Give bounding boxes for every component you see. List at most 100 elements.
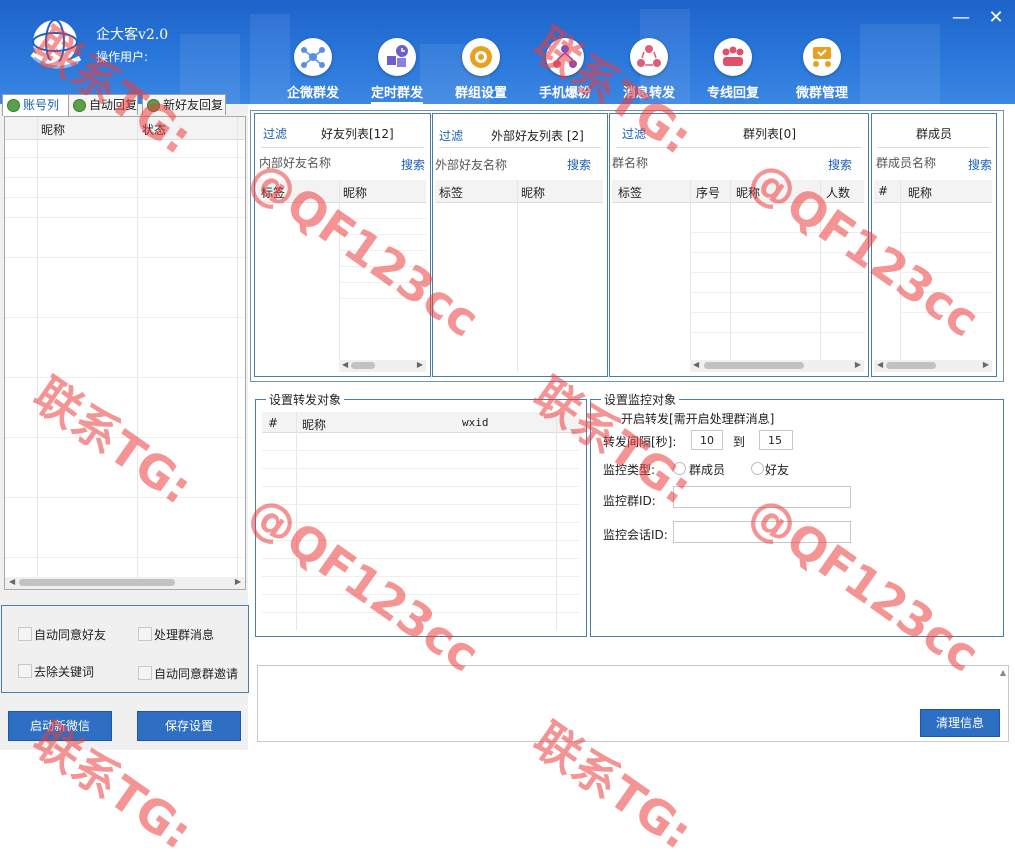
scroll-thumb[interactable] (886, 362, 936, 369)
auto-accept-friend-checkbox[interactable] (18, 627, 32, 641)
scroll-up-icon[interactable]: ▲ (1000, 668, 1006, 677)
friends-panel-title: 好友列表[12] (321, 127, 394, 141)
external-grid[interactable]: 标签 昵称 (435, 180, 603, 372)
horizontal-scrollbar[interactable]: ◀ ▶ (339, 360, 426, 372)
scroll-right-icon[interactable]: ▶ (417, 360, 423, 369)
toolbar-btn-group-manage[interactable]: 微群管理 (782, 38, 862, 102)
tab-new-friend-reply[interactable]: 新好友回复 (142, 94, 226, 115)
share-nodes-icon (294, 38, 332, 76)
scroll-left-icon[interactable]: ◀ (342, 360, 348, 369)
enable-forward-checkbox[interactable] (605, 411, 617, 423)
group-id-input[interactable] (673, 486, 851, 508)
friends-search-button[interactable]: 搜索 (401, 156, 425, 173)
column-header: # (878, 184, 889, 198)
horizontal-scrollbar[interactable]: ◀ ▶ (5, 577, 245, 589)
close-button[interactable]: ✕ (985, 8, 1007, 30)
grid-line (556, 412, 557, 630)
title-bar: 企大客v2.0 操作用户: — ✕ 企微群发 定时群发 群组设置 手机爆粉 消息… (0, 0, 1015, 104)
tab-account-list[interactable]: 账号列 (2, 94, 69, 116)
tab-auto-reply[interactable]: 自动回复 (68, 94, 138, 115)
grid-header: 标签 序号 昵称 人数 (612, 180, 864, 203)
grid-line (5, 437, 245, 438)
remove-keyword-checkbox[interactable] (18, 664, 32, 678)
scroll-thumb[interactable] (351, 362, 375, 369)
forward-target-group: 设置转发对象 # 昵称 wxid (255, 391, 587, 637)
groups-search-button[interactable]: 搜索 (828, 156, 852, 173)
scroll-left-icon[interactable]: ◀ (877, 360, 883, 369)
friends-panel: 过滤 好友列表[12] 内部好友名称 搜索 标签 昵称 ◀ ▶ (254, 113, 431, 377)
external-filter-link[interactable]: 过滤 (439, 127, 463, 144)
grid-line (900, 232, 992, 233)
tab-label: 账号列 (23, 98, 60, 112)
interval-to-input[interactable]: 15 (759, 430, 793, 450)
grid-line (690, 180, 691, 372)
friends-filter-link[interactable]: 过滤 (263, 125, 287, 142)
grid-header: 标签 昵称 (435, 180, 603, 203)
clear-log-button[interactable]: 清理信息 (920, 709, 1000, 737)
log-textarea[interactable]: ▲ (257, 665, 1009, 742)
scroll-right-icon[interactable]: ▶ (235, 577, 241, 586)
scroll-right-icon[interactable]: ▶ (855, 360, 861, 369)
grid-line (690, 332, 864, 333)
toolbar-btn-phone-boost[interactable]: 手机爆粉 (525, 38, 605, 102)
grid-line (900, 312, 992, 313)
scroll-left-icon[interactable]: ◀ (693, 360, 699, 369)
members-grid[interactable]: # 昵称 ◀ ▶ (874, 180, 992, 372)
grid-line (237, 117, 238, 589)
toolbar-label: 专线回复 (706, 86, 759, 101)
divider (439, 147, 601, 148)
grid-line (262, 504, 580, 505)
toolbar-label: 消息转发 (622, 86, 675, 101)
toolbar-btn-dedicated-reply[interactable]: 专线回复 (693, 38, 773, 102)
grid-line (262, 576, 580, 577)
grid-line (690, 312, 864, 313)
toolbar-btn-group-settings[interactable]: 群组设置 (441, 38, 521, 102)
grid-line (339, 234, 426, 235)
toolbar-btn-forward[interactable]: 消息转发 (609, 38, 689, 102)
minimize-button[interactable]: — (950, 8, 972, 30)
app-title: 企大客v2.0 (96, 27, 169, 43)
groups-filter-link[interactable]: 过滤 (622, 125, 646, 142)
start-new-wechat-button[interactable]: 启动新微信 (8, 711, 112, 741)
save-settings-button[interactable]: 保存设置 (137, 711, 241, 741)
auto-accept-group-invite-checkbox[interactable] (138, 666, 152, 680)
column-header: 昵称 (41, 123, 66, 137)
toolbar-btn-scheduled[interactable]: 定时群发 (357, 38, 437, 104)
account-grid[interactable]: 昵称 状态 ◀ ▶ (4, 116, 246, 590)
forward-target-grid[interactable]: # 昵称 wxid (262, 412, 580, 630)
grid-line (690, 292, 864, 293)
grid-line (820, 180, 821, 372)
friends-grid[interactable]: 标签 昵称 ◀ ▶ (257, 180, 426, 372)
scroll-right-icon[interactable]: ▶ (983, 360, 989, 369)
session-id-input[interactable] (673, 521, 851, 543)
type-member-radio[interactable] (673, 462, 686, 475)
scroll-thumb[interactable] (704, 362, 804, 369)
forward-cycle-icon (630, 38, 668, 76)
interval-label: 转发间隔[秒]: (603, 435, 677, 449)
column-header: 昵称 (343, 186, 368, 200)
options-box: 自动同意好友 处理群消息 去除关键词 自动同意群邀请 (1, 605, 249, 693)
horizontal-scrollbar[interactable]: ◀ ▶ (690, 360, 864, 372)
interval-from-input[interactable]: 10 (691, 430, 723, 450)
scroll-left-icon[interactable]: ◀ (9, 577, 15, 586)
grid-line (5, 157, 245, 158)
type-friend-radio[interactable] (751, 462, 764, 475)
column-header: # (268, 416, 279, 430)
members-search-button[interactable]: 搜索 (968, 156, 992, 173)
grid-line (900, 180, 901, 372)
network-tree-icon (546, 38, 584, 76)
toolbar-btn-broadcast[interactable]: 企微群发 (273, 38, 353, 102)
grid-line (262, 594, 580, 595)
grid-line (339, 298, 426, 299)
external-search-button[interactable]: 搜索 (567, 156, 591, 173)
scroll-thumb[interactable] (19, 579, 175, 586)
option-label: 去除关键词 (34, 665, 95, 679)
grid-header: 标签 昵称 (257, 180, 426, 203)
handle-group-msg-checkbox[interactable] (138, 627, 152, 641)
group-settings-icon (462, 38, 500, 76)
grid-header: 昵称 状态 (5, 117, 245, 140)
option-label: 自动同意群邀请 (154, 667, 239, 681)
groups-grid[interactable]: 标签 序号 昵称 人数 ◀ ▶ (612, 180, 864, 372)
column-header: 标签 (261, 186, 286, 200)
horizontal-scrollbar[interactable]: ◀ ▶ (874, 360, 992, 372)
